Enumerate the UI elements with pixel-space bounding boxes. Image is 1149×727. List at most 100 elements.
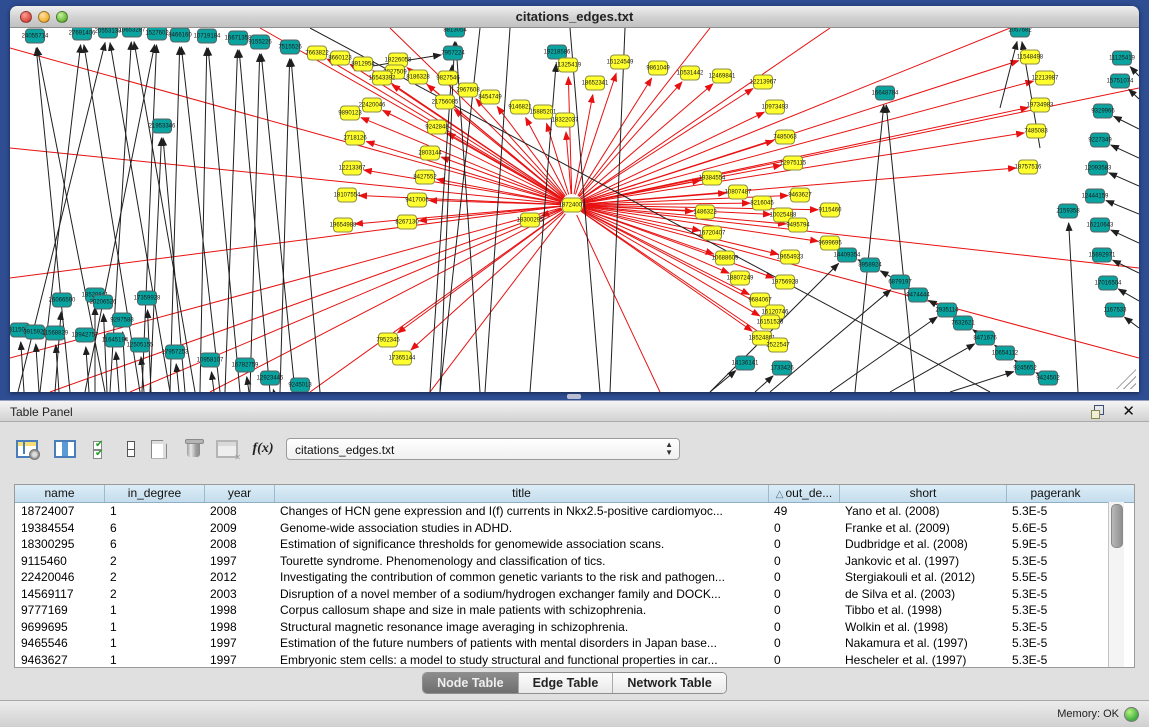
table-row[interactable]: 946362711997Embryonic stem cells: a mode… — [15, 652, 1134, 669]
network-node[interactable]: 15692971 — [1092, 248, 1112, 263]
network-node[interactable]: 12093583 — [1088, 161, 1108, 176]
network-node[interactable]: 9890123 — [340, 106, 360, 121]
network-edge[interactable] — [1129, 89, 1139, 99]
network-canvas[interactable]: 2405571427691406205531381065328715276028… — [10, 28, 1139, 392]
network-edge[interactable] — [880, 271, 890, 277]
table-row[interactable]: 1872400712008Changes of HCN gene express… — [15, 503, 1134, 520]
network-edge[interactable] — [430, 214, 565, 392]
network-edge[interactable] — [1114, 116, 1139, 129]
network-node[interactable]: 8660123 — [330, 51, 350, 66]
network-edge[interactable] — [581, 211, 752, 331]
network-edge[interactable] — [581, 88, 753, 199]
network-node[interactable]: 18107554 — [337, 188, 357, 203]
column-header-out_de[interactable]: △out_de... — [768, 485, 839, 502]
network-node[interactable]: 17016504 — [1098, 276, 1118, 291]
column-header-pagerank[interactable]: pagerank — [1006, 485, 1104, 502]
table-selector-dropdown[interactable]: citations_edges.txt ▲▼ — [286, 438, 680, 460]
network-node[interactable]: 17365144 — [392, 351, 412, 366]
network-edge[interactable] — [770, 290, 891, 392]
network-node[interactable]: 11325419 — [558, 58, 578, 73]
network-node[interactable]: 12975115 — [783, 156, 803, 171]
network-node[interactable]: 9417006 — [407, 193, 427, 208]
network-node[interactable]: 1486322 — [695, 205, 715, 220]
table-row[interactable]: 2242004622012Investigating the contribut… — [15, 569, 1134, 586]
network-node[interactable]: 11645194 — [105, 333, 125, 348]
network-edge[interactable] — [579, 28, 710, 196]
network-edge[interactable] — [211, 372, 214, 392]
network-node[interactable]: 19756928 — [775, 275, 795, 290]
splitter-handle[interactable] — [567, 394, 581, 399]
table-row[interactable]: 1830029562008Estimation of significance … — [15, 536, 1134, 553]
network-node[interactable]: 9827546 — [438, 71, 458, 86]
network-node[interactable]: 15751074 — [1110, 74, 1130, 89]
network-node[interactable]: 19384554 — [702, 171, 722, 186]
network-node[interactable]: 11568829 — [45, 326, 65, 341]
network-node[interactable]: 10653287 — [122, 28, 142, 38]
network-node[interactable]: 20206526 — [93, 295, 113, 310]
delete-table-icon[interactable] — [180, 436, 206, 462]
network-edge[interactable] — [130, 209, 562, 392]
network-node[interactable]: 12505155 — [130, 338, 150, 353]
network-node[interactable]: 7952345 — [378, 333, 398, 348]
network-node[interactable]: 9146821 — [510, 100, 530, 115]
network-node[interactable]: 8454749 — [480, 90, 500, 105]
network-edge[interactable] — [176, 364, 179, 392]
network-node[interactable]: 17957253 — [165, 345, 185, 360]
network-node[interactable]: 8912954 — [353, 57, 373, 72]
network-edge[interactable] — [755, 376, 773, 392]
network-node[interactable]: 16782759 — [235, 358, 255, 373]
network-node[interactable]: 9463627 — [790, 188, 810, 203]
network-node[interactable]: 7957224 — [443, 46, 463, 61]
table-row[interactable]: 969969511998Structural magnetic resonanc… — [15, 619, 1134, 636]
column-header-name[interactable]: name — [15, 485, 104, 502]
table-settings-icon[interactable] — [14, 436, 40, 462]
network-hub-node[interactable]: 18724007 — [562, 198, 582, 213]
network-node[interactable]: 11125419 — [1112, 51, 1132, 66]
network-node[interactable]: 17359928 — [137, 291, 157, 306]
network-edge[interactable] — [36, 344, 39, 392]
select-rows-icon[interactable]: ✔✔ — [88, 436, 114, 462]
network-edge[interactable] — [1125, 317, 1139, 328]
network-edge[interactable] — [170, 47, 180, 392]
network-edge[interactable] — [950, 372, 1014, 392]
network-node[interactable]: 9245652 — [1015, 361, 1035, 376]
network-node[interactable]: 10973493 — [765, 100, 785, 115]
network-node[interactable]: 16671358 — [228, 31, 248, 46]
network-node[interactable]: 9115460 — [820, 203, 840, 218]
network-node[interactable]: 9329966 — [1093, 104, 1113, 119]
network-edge[interactable] — [576, 73, 617, 194]
network-edge[interactable] — [1109, 173, 1139, 186]
network-node[interactable]: 8813054 — [445, 28, 465, 38]
network-edge[interactable] — [280, 59, 290, 392]
network-node[interactable]: 12469841 — [712, 69, 732, 84]
table-row[interactable]: 977716911998Corpus callosum shape and si… — [15, 602, 1134, 619]
column-header-title[interactable]: title — [274, 485, 768, 502]
network-node[interactable]: 7632621 — [953, 316, 973, 331]
network-node[interactable]: 27691406 — [72, 28, 92, 41]
network-edge[interactable] — [1111, 145, 1139, 158]
tab-edge-table[interactable]: Edge Table — [518, 673, 613, 693]
network-edge[interactable] — [208, 48, 240, 392]
network-node[interactable]: 2522547 — [768, 338, 788, 353]
network-edge[interactable] — [291, 59, 320, 392]
float-panel-icon[interactable] — [1091, 405, 1105, 418]
network-node[interactable]: 10719184 — [197, 29, 217, 44]
network-edge[interactable] — [610, 28, 625, 392]
network-edge[interactable] — [886, 105, 915, 392]
close-panel-icon[interactable]: ✕ — [1122, 402, 1135, 420]
network-node[interactable]: 2967608 — [458, 83, 478, 98]
network-node[interactable]: 9245013 — [290, 378, 310, 393]
network-node[interactable]: 2718126 — [345, 131, 365, 146]
network-node[interactable]: 16648784 — [875, 86, 895, 101]
network-node[interactable]: 9424502 — [1038, 371, 1058, 386]
network-node[interactable]: 18322037 — [555, 113, 575, 128]
network-node[interactable]: 19734983 — [1030, 98, 1050, 113]
network-node[interactable]: 7485063 — [775, 130, 795, 145]
network-node[interactable]: 2057682 — [1010, 28, 1030, 38]
network-node[interactable]: 2159358 — [1058, 204, 1078, 219]
table-row[interactable]: 946554611997Estimation of the future num… — [15, 635, 1134, 652]
network-node[interactable]: 26066590 — [52, 293, 72, 308]
network-edge[interactable] — [890, 344, 975, 392]
network-edge[interactable] — [1106, 201, 1139, 214]
network-node[interactable]: 8186328 — [408, 70, 428, 85]
